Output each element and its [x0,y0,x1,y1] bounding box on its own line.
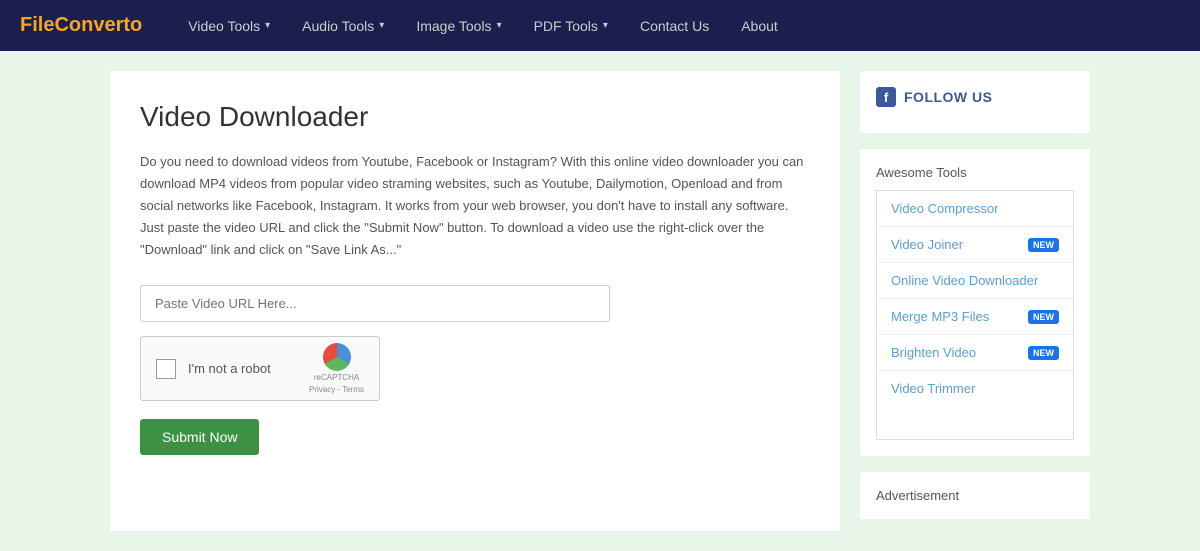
description: Do you need to download videos from Yout… [140,151,810,261]
recaptcha-icon [323,343,351,371]
awesome-tools-box: Awesome Tools Video Compressor Video Join… [860,149,1090,456]
captcha-box: I'm not a robot reCAPTCHA Privacy - Term… [140,336,380,401]
sidebar: f FOLLOW US Awesome Tools Video Compress… [860,71,1090,531]
tool-link[interactable]: Video Compressor [891,201,1059,216]
new-badge: NEW [1028,310,1059,324]
recaptcha-sub: Privacy - Terms [309,385,364,395]
list-item[interactable]: Video Compressor [877,191,1073,227]
brand-logo[interactable]: FileConverto [20,14,142,37]
nav-item[interactable]: About [725,0,794,51]
advertisement-title: Advertisement [876,488,1074,503]
brand-text-before: FileConvert [20,14,130,36]
nav-link[interactable]: Contact Us [624,0,725,51]
nav-link[interactable]: PDF Tools▾ [518,0,624,51]
tool-link[interactable]: Brighten Video [891,345,1022,360]
tool-link[interactable]: Video Joiner [891,237,1022,252]
tool-link[interactable]: Merge MP3 Files [891,309,1022,324]
list-item[interactable]: Video Joiner NEW [877,227,1073,263]
tools-scroll[interactable]: Video Compressor Video Joiner NEW Online Vi… [876,190,1074,440]
captcha-checkbox[interactable] [156,359,176,379]
nav-link[interactable]: Video Tools▾ [172,0,286,51]
list-item[interactable]: Online Video Downloader [877,263,1073,299]
facebook-icon: f [876,87,896,107]
list-item[interactable]: Brighten Video NEW [877,335,1073,371]
brand-text-accent: o [130,14,142,36]
nav-link[interactable]: About [725,0,794,51]
new-badge: NEW [1028,238,1059,252]
recaptcha-brand: reCAPTCHA [314,373,359,383]
captcha-label: I'm not a robot [188,361,297,376]
main-content: Video Downloader Do you need to download… [110,71,840,531]
submit-button[interactable]: Submit Now [140,419,259,455]
follow-us-header: f FOLLOW US [876,87,1074,107]
nav-links: Video Tools▾Audio Tools▾Image Tools▾PDF … [172,0,794,51]
page-title: Video Downloader [140,101,810,133]
list-item[interactable]: Video Trimmer [877,371,1073,406]
nav-item[interactable]: Contact Us [624,0,725,51]
nav-link[interactable]: Audio Tools▾ [286,0,400,51]
nav-item[interactable]: Image Tools▾ [400,0,517,51]
chevron-down-icon: ▾ [379,20,384,31]
new-badge: NEW [1028,346,1059,360]
page-container: Video Downloader Do you need to download… [100,71,1100,531]
chevron-down-icon: ▾ [265,20,270,31]
awesome-tools-title: Awesome Tools [876,165,1074,180]
tool-link[interactable]: Online Video Downloader [891,273,1059,288]
tool-link[interactable]: Video Trimmer [891,381,1059,396]
navbar: FileConverto Video Tools▾Audio Tools▾Ima… [0,0,1200,51]
chevron-down-icon: ▾ [497,20,502,31]
nav-link[interactable]: Image Tools▾ [400,0,517,51]
nav-item[interactable]: PDF Tools▾ [518,0,624,51]
nav-item[interactable]: Video Tools▾ [172,0,286,51]
captcha-logo: reCAPTCHA Privacy - Terms [309,343,364,394]
list-item[interactable]: Merge MP3 Files NEW [877,299,1073,335]
url-input[interactable] [140,285,610,322]
follow-us-title: FOLLOW US [904,89,993,105]
nav-item[interactable]: Audio Tools▾ [286,0,400,51]
follow-us-box: f FOLLOW US [860,71,1090,133]
chevron-down-icon: ▾ [603,20,608,31]
advertisement-box: Advertisement [860,472,1090,519]
